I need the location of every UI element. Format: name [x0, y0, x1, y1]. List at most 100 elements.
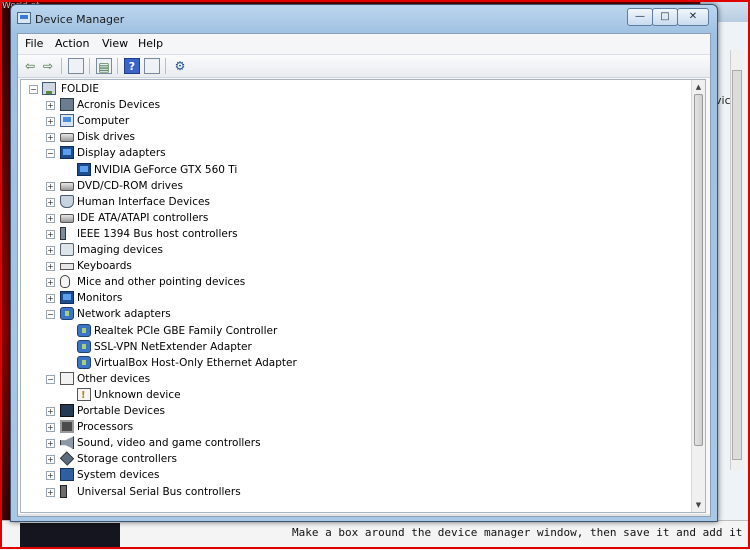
tree-category-label: IDE ATA/ATAPI controllers	[77, 211, 209, 224]
expand-toggle-icon[interactable]: +	[46, 455, 55, 465]
expand-toggle-icon[interactable]: +	[46, 181, 55, 191]
tree-device-label: SSL-VPN NetExtender Adapter	[94, 340, 252, 353]
tree-category[interactable]: + Acronis Devices	[21, 97, 681, 113]
expand-toggle-icon[interactable]: +	[46, 133, 55, 143]
expand-toggle-icon[interactable]: +	[46, 101, 55, 111]
toolbar-separator	[61, 58, 62, 74]
tree-category-label: IEEE 1394 Bus host controllers	[77, 227, 238, 240]
camera-icon	[60, 243, 74, 256]
toolbar-separator	[89, 58, 90, 74]
scan-hardware-icon[interactable]: ⚙	[172, 58, 188, 74]
tree-category[interactable]: + System devices	[21, 467, 681, 483]
menu-file[interactable]: File	[21, 37, 47, 50]
cpu-icon	[60, 420, 74, 434]
view-details-icon[interactable]	[144, 58, 160, 74]
tree-device[interactable]: Realtek PCIe GBE Family Controller	[21, 323, 681, 339]
tree-device[interactable]: VirtualBox Host-Only Ethernet Adapter	[21, 355, 681, 371]
tree-category[interactable]: − Network adapters	[21, 306, 681, 322]
background-scrollbar[interactable]	[730, 50, 743, 470]
tree-device[interactable]: Unknown device	[21, 387, 681, 404]
tree-category[interactable]: + DVD/CD-ROM drives	[21, 178, 681, 194]
tree-category[interactable]: + Processors	[21, 419, 681, 435]
computer-icon	[42, 82, 56, 95]
tree-category-label: Mice and other pointing devices	[77, 276, 246, 289]
status-bar	[18, 514, 710, 516]
tree-category[interactable]: + IDE ATA/ATAPI controllers	[21, 210, 681, 226]
network-icon	[60, 307, 74, 321]
expand-toggle-icon[interactable]: +	[46, 487, 55, 497]
expand-toggle-icon[interactable]: +	[46, 262, 55, 272]
client-area: File Action View Help ⇦ ⇨ ▤ ? ⚙ − FOLDIE +…	[17, 33, 711, 517]
expand-toggle-icon[interactable]: +	[46, 197, 55, 207]
tree-category[interactable]: − Display adapters	[21, 145, 681, 161]
maximize-button[interactable]: □	[652, 8, 678, 26]
tree-category-label: Network adapters	[77, 308, 171, 321]
storage-icon	[59, 451, 75, 466]
forward-arrow-icon[interactable]: ⇨	[40, 58, 56, 74]
expand-toggle-icon[interactable]: +	[46, 294, 55, 304]
tree-root[interactable]: − FOLDIE	[21, 81, 681, 97]
show-hide-console-tree-icon[interactable]	[68, 58, 84, 74]
tree-category[interactable]: + Sound, video and game controllers	[21, 435, 681, 451]
system-icon	[60, 468, 74, 482]
tree-device-label: VirtualBox Host-Only Ethernet Adapter	[94, 356, 297, 369]
tree-device[interactable]: NVIDIA GeForce GTX 560 Ti	[21, 162, 681, 178]
toolbar-separator	[165, 58, 166, 74]
expand-toggle-icon[interactable]: +	[46, 278, 55, 288]
tree-device[interactable]: SSL-VPN NetExtender Adapter	[21, 339, 681, 355]
tree-category[interactable]: − Other devices	[21, 371, 681, 387]
help-icon[interactable]: ?	[124, 58, 140, 74]
tree-category-label: Imaging devices	[77, 244, 163, 256]
expand-toggle-icon[interactable]: +	[46, 117, 55, 127]
tree-category-label: Storage controllers	[77, 453, 177, 466]
tree-category[interactable]: + Keyboards	[21, 258, 681, 274]
hid-icon	[60, 194, 74, 208]
expand-toggle-icon[interactable]: +	[46, 407, 55, 416]
tree-category[interactable]: + Mice and other pointing devices	[21, 274, 681, 290]
tree-category[interactable]: + Disk drives	[21, 129, 681, 145]
expand-toggle-icon[interactable]: +	[46, 439, 55, 449]
disk-icon	[60, 213, 74, 223]
tree-category[interactable]: + Universal Serial Bus controllers	[21, 484, 681, 500]
tree-category[interactable]: + Imaging devices	[21, 242, 681, 258]
tree-category[interactable]: + Computer	[21, 113, 681, 129]
tree-category[interactable]: + Monitors	[21, 290, 681, 306]
menu-action[interactable]: Action	[51, 37, 93, 50]
warning-icon	[77, 387, 91, 404]
toolbar-separator	[117, 58, 118, 74]
tree-category[interactable]: + Human Interface Devices	[21, 194, 681, 210]
tree-category[interactable]: + Portable Devices	[21, 403, 681, 419]
tree-device-label: Realtek PCIe GBE Family Controller	[94, 324, 278, 337]
tree-category-label: Processors	[77, 421, 134, 434]
computer-icon	[60, 114, 74, 128]
tree-category[interactable]: + Storage controllers	[21, 451, 681, 467]
back-arrow-icon[interactable]: ⇦	[22, 58, 38, 74]
menu-view[interactable]: View	[98, 37, 132, 50]
collapse-toggle-icon[interactable]: −	[29, 85, 38, 94]
expand-toggle-icon[interactable]: +	[46, 471, 55, 481]
tree-scrollbar[interactable]: ▲ ▼	[691, 80, 705, 512]
tree-category[interactable]: + IEEE 1394 Bus host controllers	[21, 226, 681, 242]
close-button[interactable]: ✕	[677, 8, 709, 26]
collapse-toggle-icon[interactable]: −	[46, 310, 55, 320]
menu-help[interactable]: Help	[134, 37, 167, 50]
expand-toggle-icon[interactable]: +	[46, 246, 55, 255]
tree-category-label: DVD/CD-ROM drives	[77, 179, 183, 192]
expand-toggle-icon[interactable]: +	[46, 213, 55, 223]
minimize-button[interactable]: —	[627, 8, 653, 26]
monitor-icon	[60, 146, 74, 160]
taskbar-thumbnail[interactable]	[20, 523, 120, 549]
collapse-toggle-icon[interactable]: −	[46, 149, 55, 159]
expand-toggle-icon[interactable]: +	[46, 229, 55, 239]
properties-icon[interactable]: ▤	[96, 58, 112, 74]
window-title: Device Manager	[35, 13, 125, 26]
expand-toggle-icon[interactable]: +	[46, 423, 55, 433]
collapse-toggle-icon[interactable]: −	[46, 374, 55, 384]
network-adapter-icon	[77, 323, 91, 337]
scrollbar-thumb[interactable]	[694, 94, 703, 446]
scroll-down-arrow-icon[interactable]: ▼	[693, 499, 704, 511]
scroll-up-arrow-icon[interactable]: ▲	[693, 81, 704, 93]
tree-category-label: Universal Serial Bus controllers	[77, 485, 241, 498]
background-scrollbar-thumb[interactable]	[732, 70, 742, 460]
title-bar[interactable]: Device Manager — □ ✕	[11, 5, 717, 31]
